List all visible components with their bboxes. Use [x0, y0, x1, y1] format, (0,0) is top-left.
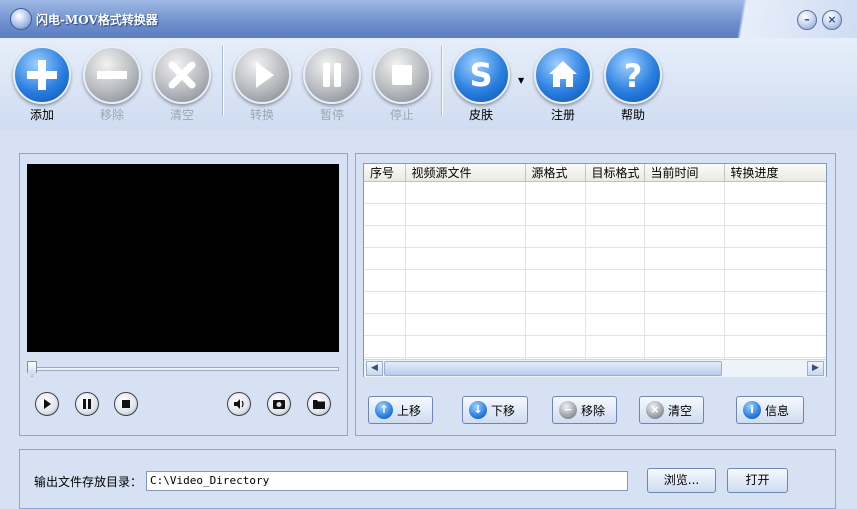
table-header: 序号 视频源文件 源格式 目标格式 当前时间 转换进度: [364, 164, 826, 182]
video-preview: [27, 164, 339, 352]
skin-dropdown-arrow-icon[interactable]: ▼: [518, 76, 524, 85]
x-icon: [153, 46, 211, 104]
table-row: [364, 335, 826, 358]
remove-button[interactable]: 移除: [82, 46, 142, 123]
snapshot-button[interactable]: [267, 392, 291, 416]
move-up-label: 上移: [397, 403, 422, 418]
seek-track[interactable]: [27, 367, 339, 371]
column-header[interactable]: 序号: [364, 164, 406, 182]
list-clear-button[interactable]: × 清空: [639, 396, 704, 424]
add-label: 添加: [29, 108, 54, 122]
file-table[interactable]: 序号 视频源文件 源格式 目标格式 当前时间 转换进度: [363, 163, 827, 377]
clear-label: 清空: [169, 108, 194, 122]
remove-label: 移除: [99, 108, 124, 122]
stop-icon: [122, 400, 130, 408]
toolbar-separator: [441, 46, 443, 116]
table-row: [364, 291, 826, 314]
column-header[interactable]: 当前时间: [644, 164, 725, 182]
move-down-label: 下移: [491, 403, 516, 418]
folder-icon: [313, 400, 325, 409]
table-row: [364, 247, 826, 270]
pause-button[interactable]: 暂停: [302, 46, 362, 123]
play-icon: [44, 399, 51, 409]
toolbar-separator: [222, 46, 224, 116]
horizontal-scrollbar[interactable]: ◀ ▶: [364, 359, 826, 377]
pause-icon: [303, 46, 361, 104]
skin-button[interactable]: S 皮肤: [451, 46, 511, 123]
table-row: [364, 225, 826, 248]
pause-label: 暂停: [319, 108, 344, 122]
table-row: [364, 269, 826, 292]
table-row: [364, 313, 826, 336]
x-icon: ×: [646, 401, 664, 419]
preview-pause-button[interactable]: [75, 392, 99, 416]
output-dir-label: 输出文件存放目录：: [34, 475, 143, 489]
preview-play-button[interactable]: [35, 392, 59, 416]
info-icon: i: [743, 401, 761, 419]
info-label: 信息: [765, 403, 790, 418]
arrow-down-icon: ↓: [469, 401, 487, 419]
skin-label: 皮肤: [468, 108, 493, 122]
home-icon: [534, 46, 592, 104]
plus-icon: [13, 46, 71, 104]
move-up-button[interactable]: ↑ 上移: [368, 396, 433, 424]
scroll-left-icon[interactable]: ◀: [366, 361, 383, 376]
question-icon: ?: [604, 46, 662, 104]
move-down-button[interactable]: ↓ 下移: [462, 396, 528, 424]
window-title: 闪电-MOV格式转换器: [36, 13, 158, 27]
list-remove-label: 移除: [581, 403, 606, 418]
table-row: [364, 203, 826, 226]
arrow-up-icon: ↑: [375, 401, 393, 419]
stop-button[interactable]: 停止: [372, 46, 432, 123]
skin-icon: S: [452, 46, 510, 104]
title-bar: 闪电-MOV格式转换器 – ×: [0, 0, 857, 38]
camera-icon: [273, 400, 285, 409]
scroll-right-icon[interactable]: ▶: [807, 361, 824, 376]
close-button[interactable]: ×: [822, 10, 842, 30]
column-header[interactable]: 转换进度: [724, 164, 826, 182]
speaker-icon: [234, 399, 244, 409]
register-label: 注册: [550, 108, 575, 122]
output-dir-field[interactable]: C:\Video_Directory: [146, 471, 628, 491]
column-header[interactable]: 源格式: [525, 164, 586, 182]
svg-text:S: S: [469, 56, 492, 94]
add-button[interactable]: 添加: [12, 46, 72, 123]
minus-icon: −: [559, 401, 577, 419]
column-header[interactable]: 目标格式: [585, 164, 645, 182]
minimize-button[interactable]: –: [797, 10, 817, 30]
preview-stop-button[interactable]: [114, 392, 138, 416]
pause-icon: [83, 399, 91, 409]
open-button[interactable]: 打开: [727, 468, 788, 493]
minus-icon: [83, 46, 141, 104]
svg-text:?: ?: [624, 57, 643, 95]
convert-label: 转换: [249, 108, 274, 122]
scroll-thumb[interactable]: [384, 361, 722, 376]
open-folder-button[interactable]: [307, 392, 331, 416]
app-icon: [10, 8, 32, 30]
main-toolbar: 添加 移除 清空 转换 暂停 停止 S 皮肤 ▼ 注册 ? 帮助: [0, 38, 857, 130]
list-remove-button[interactable]: − 移除: [552, 396, 617, 424]
table-row: [364, 181, 826, 204]
play-icon: [233, 46, 291, 104]
stop-icon: [373, 46, 431, 104]
column-header[interactable]: 视频源文件: [405, 164, 526, 182]
info-button[interactable]: i 信息: [736, 396, 804, 424]
stop-label: 停止: [389, 108, 414, 122]
help-button[interactable]: ? 帮助: [603, 46, 663, 123]
volume-button[interactable]: [227, 392, 251, 416]
clear-button[interactable]: 清空: [152, 46, 212, 123]
convert-button[interactable]: 转换: [232, 46, 292, 123]
browse-button[interactable]: 浏览...: [647, 468, 716, 493]
register-button[interactable]: 注册: [533, 46, 593, 123]
list-clear-label: 清空: [668, 403, 693, 418]
help-label: 帮助: [620, 108, 645, 122]
